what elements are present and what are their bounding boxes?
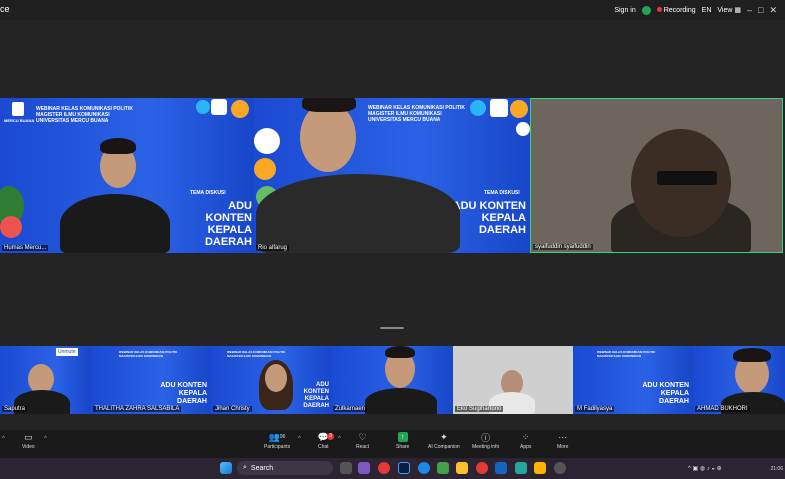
maximize-button[interactable]: □ [758,5,763,15]
gallery-tile[interactable]: WEBINAR KELAS KOMUNIKASI POLITIK MAGISTER… [91,346,211,414]
view-button[interactable]: View ▦ [717,6,741,14]
participant-head [300,102,356,172]
unmute-button[interactable]: Unmute [56,348,78,356]
app-icon[interactable] [476,462,488,474]
participant-name: AHMAD BUKHORI [695,406,750,412]
decor-circle-icon [510,100,528,118]
windows-taskbar [0,458,785,479]
language-button[interactable]: EN [702,7,712,14]
chat-options-caret[interactable]: ^ [338,436,341,442]
sign-in-button[interactable]: Sign in [614,7,635,14]
meeting-info-button[interactable]: ⓘ Meeting info [472,432,499,451]
decor-circle-icon [0,216,22,238]
gallery-tile[interactable]: Unmute Saputra [0,346,91,414]
app-icon[interactable] [534,462,546,474]
app-title: ce [0,4,10,14]
participants-options-caret[interactable]: ^ [298,436,301,442]
edge-icon[interactable] [418,462,430,474]
top-right-controls: Sign in Recording EN View ▦ – □ ✕ [614,0,785,20]
react-button[interactable]: ♡ React [356,431,369,451]
gallery-tile[interactable]: AHMAD BUKHORI [693,346,785,414]
info-icon: ⓘ [481,432,491,443]
decor-square-icon [211,99,227,115]
decor-circle-icon [470,100,486,116]
participant-name: THALITHA ZAHRA SALSABILA [93,406,182,412]
decor-circle-icon [254,128,280,154]
decor-circle-icon [231,100,249,118]
participant-name: syaifuddin syaifuddin [533,244,593,250]
gallery-tile[interactable]: Eko Sugihartono [453,346,573,414]
app-icon[interactable] [554,462,566,474]
participant-name: Rio alfarug [256,245,290,251]
participant-body [256,174,460,253]
decor-circle-icon [196,100,210,114]
search-icon: ⌕ [243,464,247,471]
university-logo-icon [12,102,24,116]
participant-name: Saputra [2,406,28,412]
participants-icon: 👥 96 [268,431,286,442]
minimize-button[interactable]: – [747,5,752,15]
ai-companion-button[interactable]: ✦ AI Companion [428,431,460,451]
more-button[interactable]: ⋯ More [557,431,568,451]
participant-name: M Fadilyasya [575,406,615,412]
system-clock[interactable]: 21:06 [770,466,783,472]
participant-name: Zulkarnaen [333,406,368,412]
apps-icon: ⁘ [521,431,530,442]
heart-icon: ♡ [358,431,367,442]
file-explorer-icon[interactable] [456,462,468,474]
opera-icon[interactable] [378,462,390,474]
participant-name: Humas Mercu... [2,245,49,251]
gallery-tile[interactable]: Zulkarnaen [331,346,453,414]
gallery-tile[interactable]: WEBINAR KELAS KOMUNIKASI POLITIK MAGISTER… [211,346,331,414]
meeting-controls [0,430,785,458]
share-button[interactable]: ↑ Share [396,432,409,450]
apps-button[interactable]: ⁘ Apps [520,431,531,451]
participants-button[interactable]: 👥 96 Participants [264,431,290,451]
video-camera-icon: ▭ [24,431,33,442]
recording-dot-icon [656,6,662,12]
sparkle-icon: ✦ [440,431,448,442]
more-icon: ⋯ [558,431,568,442]
glasses-icon [657,171,717,185]
gallery-tile[interactable]: WEBINAR KELAS KOMUNIKASI POLITIK MAGISTER… [573,346,693,414]
video-button[interactable]: ▭ Video [22,431,35,451]
task-view-icon[interactable] [340,462,352,474]
audio-options-caret[interactable]: ^ [2,436,5,442]
app-icon[interactable] [515,462,527,474]
decor-circle-icon [516,122,530,136]
encryption-shield-icon[interactable] [641,5,651,15]
photoshop-icon[interactable] [398,462,410,474]
app-icon[interactable] [358,462,370,474]
tray-icons[interactable]: ^ ▣ ◍ ♪ ◒ ⊕ [688,465,722,472]
video-options-caret[interactable]: ^ [44,436,47,442]
video-tile-humas[interactable]: MERCU BUANA WEBINAR KELAS KOMUNIKASI POL… [0,98,254,253]
close-button[interactable]: ✕ [769,5,777,16]
participant-name: Jihan Christy [213,406,252,412]
decor-square-icon [490,99,508,117]
recording-indicator[interactable]: Recording [656,6,696,14]
share-arrow-icon: ↑ [397,432,408,442]
video-tile-rio[interactable]: WEBINAR KELAS KOMUNIKASI POLITIK MAGISTE… [254,98,530,253]
taskbar-search[interactable]: ⌕ Search [237,461,333,475]
video-tile-syaifuddin[interactable]: syaifuddin syaifuddin [530,98,783,253]
windows-start-icon[interactable] [220,462,232,474]
participant-name: Eko Sugihartono [455,406,504,412]
decor-circle-icon [254,158,276,180]
chat-badge: 3 [327,433,334,440]
participant-body [60,194,170,253]
app-icon[interactable] [437,462,449,474]
zoom-icon[interactable] [495,462,507,474]
resize-handle[interactable] [380,327,404,329]
